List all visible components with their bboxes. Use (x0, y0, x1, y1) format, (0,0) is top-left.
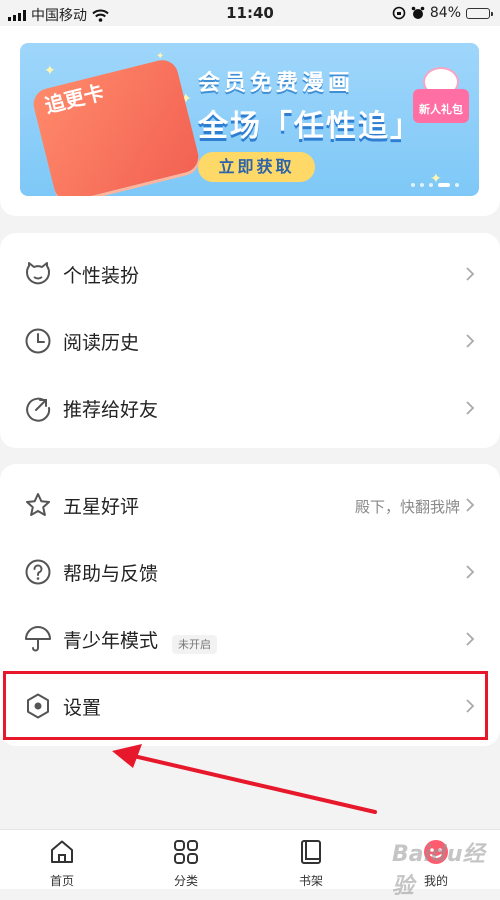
carousel-indicator (411, 183, 459, 187)
help-icon (25, 559, 51, 585)
sparkle-icon: ✦ (44, 63, 56, 79)
menu-label: 五星好评 (63, 496, 140, 518)
alarm-icon (411, 6, 425, 19)
rotation-lock-icon (392, 6, 406, 20)
chevron-right-icon (466, 401, 475, 415)
menu-label: 帮助与反馈 (63, 563, 159, 585)
menu-label: 青少年模式 (63, 630, 159, 652)
menu-item-help-feedback[interactable]: 帮助与反馈 (0, 539, 500, 605)
nav-tab-home[interactable]: 首页 (17, 830, 107, 890)
menu-label: 阅读历史 (63, 332, 140, 354)
membership-banner[interactable]: ✦ ✦ ✦ ✦ 追更卡 会员免费漫画 全场「任性追」 立即获取 新人礼包 (20, 43, 479, 196)
menu-item-reading-history[interactable]: 阅读历史 (0, 308, 500, 374)
carousel-dot (455, 183, 459, 187)
nav-label: 首页 (49, 874, 74, 888)
rating-hint-text: 殿下，快翻我牌 (354, 498, 460, 516)
umbrella-icon (25, 626, 51, 652)
annotation-highlight-box (3, 671, 488, 740)
nav-tab-bookshelf[interactable]: 书架 (266, 830, 356, 890)
bookshelf-icon (301, 840, 321, 864)
banner-card: ✦ ✦ ✦ ✦ 追更卡 会员免费漫画 全场「任性追」 立即获取 新人礼包 (0, 26, 500, 216)
battery-icon (466, 7, 493, 19)
nav-label: 书架 (298, 874, 323, 888)
chevron-right-icon (466, 334, 475, 348)
banner-headline: 会员免费漫画 (198, 71, 355, 96)
banner-subheadline: 全场「任性追」 (198, 109, 422, 144)
menu-label: 个性装扮 (63, 265, 140, 287)
star-outline-icon (26, 493, 50, 516)
menu-group-1: 个性装扮 阅读历史 推荐给好友 (0, 233, 500, 448)
teen-mode-status-badge: 未开启 (172, 635, 217, 654)
menu-item-teen-mode[interactable]: 青少年模式 未开启 (0, 606, 500, 672)
carousel-dot (420, 183, 424, 187)
battery-percent: 84% (429, 5, 461, 21)
gift-label: 新人礼包 (419, 103, 463, 116)
nav-label: 分类 (173, 874, 198, 888)
carousel-dot (411, 183, 415, 187)
share-icon (26, 397, 51, 422)
carousel-dot (429, 183, 433, 187)
status-right: 84% (392, 5, 493, 21)
chevron-right-icon (466, 498, 475, 512)
chevron-right-icon (466, 632, 475, 646)
carousel-dot-active (438, 183, 450, 187)
get-now-button[interactable]: 立即获取 (198, 152, 315, 182)
status-bar: 中国移动 11:40 84% (0, 0, 500, 26)
watermark: Baidu经验 (392, 842, 485, 899)
menu-item-personal-dressup[interactable]: 个性装扮 (0, 241, 500, 307)
clock-icon (25, 328, 51, 354)
menu-item-five-star-rating[interactable]: 五星好评 殿下，快翻我牌 (0, 472, 500, 538)
grid-icon (174, 840, 198, 864)
menu-item-recommend-friends[interactable]: 推荐给好友 (0, 375, 500, 441)
menu-label: 推荐给好友 (63, 399, 159, 421)
chevron-right-icon (466, 565, 475, 579)
ticket-card-graphic (30, 56, 202, 196)
nav-tab-category[interactable]: 分类 (141, 830, 231, 890)
home-icon (51, 840, 73, 863)
chevron-right-icon (466, 267, 475, 281)
cat-face-icon (26, 262, 50, 285)
new-user-gift-badge[interactable]: 新人礼包 (413, 67, 469, 125)
